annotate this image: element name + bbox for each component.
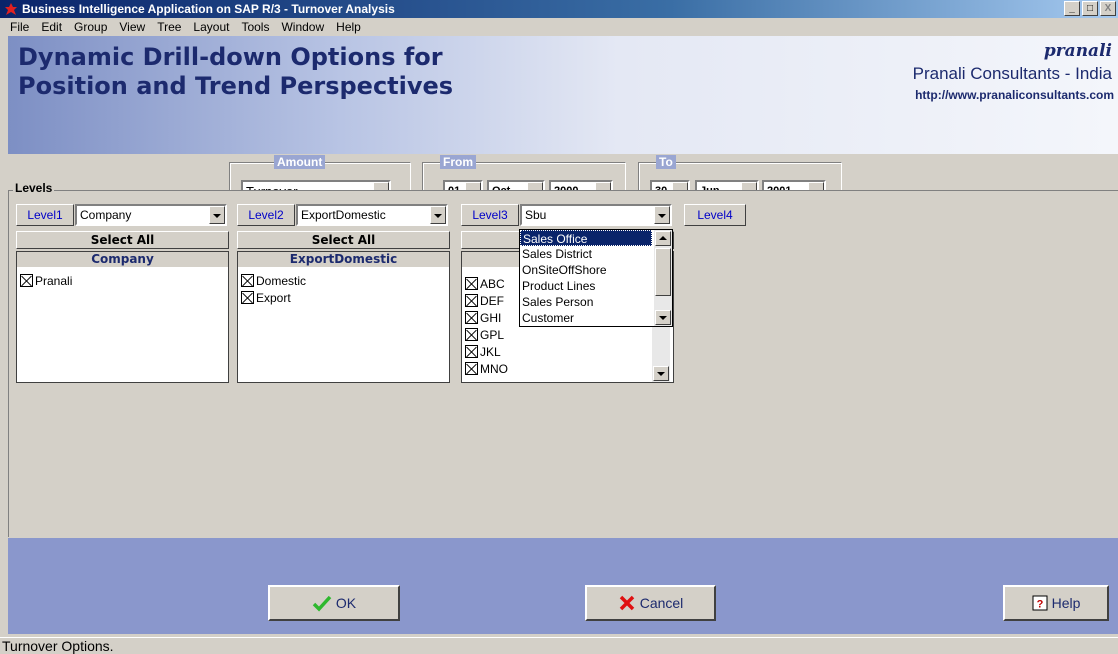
level1-list-header: Company — [17, 252, 228, 267]
cancel-label: Cancel — [639, 595, 684, 611]
checkmark-icon — [312, 595, 332, 612]
help-button[interactable]: ? Help — [1003, 585, 1109, 621]
svg-text:?: ? — [1036, 599, 1043, 611]
list-item-label: ABC — [480, 276, 505, 291]
chevron-down-icon[interactable] — [654, 206, 670, 224]
to-label: To — [656, 155, 676, 169]
list-item-label: MNO — [480, 361, 508, 376]
level2-select[interactable]: ExportDomestic — [296, 204, 448, 226]
menu-group[interactable]: Group — [68, 20, 113, 34]
checkbox-checked-icon[interactable] — [465, 277, 478, 290]
window-title: Business Intelligence Application on SAP… — [22, 2, 395, 16]
menu-tree[interactable]: Tree — [151, 20, 187, 34]
checkbox-checked-icon[interactable] — [465, 311, 478, 324]
menu-edit[interactable]: Edit — [35, 20, 68, 34]
checkbox-checked-icon[interactable] — [465, 362, 478, 375]
checkbox-checked-icon[interactable] — [465, 345, 478, 358]
help-icon: ? — [1032, 595, 1048, 611]
ok-label: OK — [335, 595, 357, 611]
dropdown-option[interactable]: Sales District — [520, 246, 672, 262]
checkbox-checked-icon[interactable] — [465, 294, 478, 307]
amount-label: Amount — [274, 155, 326, 169]
list-item[interactable]: Pranali — [17, 272, 228, 289]
dropdown-option[interactable]: Product Lines — [520, 278, 672, 294]
menu-bar: File Edit Group View Tree Layout Tools W… — [0, 18, 1118, 36]
level2-select-all-button[interactable]: Select All — [237, 231, 450, 249]
page-title-line1: Dynamic Drill-down Options for — [18, 43, 443, 71]
scroll-down-button[interactable] — [655, 310, 671, 325]
level1-value: Company — [80, 208, 132, 222]
menu-window[interactable]: Window — [275, 20, 330, 34]
checkbox-checked-icon[interactable] — [241, 274, 254, 287]
ok-button[interactable]: OK — [268, 585, 400, 621]
level1-select[interactable]: Company — [75, 204, 227, 226]
list-item-label: Domestic — [256, 273, 307, 288]
list-item[interactable]: JKL — [462, 343, 673, 360]
close-icon — [619, 595, 634, 611]
level1-list: Company Pranali — [16, 251, 229, 383]
minimize-button[interactable]: _ — [1064, 1, 1080, 16]
level2-value: ExportDomestic — [301, 208, 386, 222]
status-bar: Turnover Options. — [0, 637, 1118, 654]
from-label: From — [440, 155, 476, 169]
list-item-label: Export — [256, 290, 291, 305]
level1-button[interactable]: Level1 — [16, 204, 74, 226]
dropdown-scrollbar[interactable] — [654, 230, 672, 326]
dropdown-option[interactable]: OnSiteOffShore — [520, 262, 672, 278]
company-logo: pranali — [1043, 41, 1112, 61]
dropdown-option[interactable]: Sales Office — [520, 230, 652, 246]
levels-label: Levels — [13, 181, 55, 195]
page-title-line2: Position and Trend Perspectives — [18, 72, 454, 100]
scroll-up-button[interactable] — [655, 231, 671, 246]
level2-list: ExportDomestic Domestic Export — [237, 251, 450, 383]
maximize-button[interactable]: □ — [1082, 1, 1098, 16]
page-title: Dynamic Drill-down Options for Position … — [18, 43, 453, 101]
window-controls: _ □ X — [1064, 1, 1116, 16]
window-title-bar[interactable]: Business Intelligence Application on SAP… — [0, 0, 1118, 18]
level2-button[interactable]: Level2 — [237, 204, 295, 226]
action-bar — [8, 538, 1118, 634]
menu-view[interactable]: View — [113, 20, 151, 34]
dropdown-option[interactable]: Sales Person — [520, 294, 672, 310]
close-button[interactable]: X — [1100, 1, 1116, 16]
scroll-thumb[interactable] — [655, 248, 671, 296]
chevron-down-icon[interactable] — [430, 206, 446, 224]
list-item[interactable]: Domestic — [238, 272, 449, 289]
dropdown-option[interactable]: Customer — [520, 310, 672, 326]
menu-tools[interactable]: Tools — [235, 20, 275, 34]
level3-dropdown-list[interactable]: Sales Office Sales District OnSiteOffSho… — [519, 229, 673, 327]
level3-list-scrollbar[interactable] — [652, 321, 670, 382]
checkbox-checked-icon[interactable] — [20, 274, 33, 287]
company-name: Pranali Consultants - India — [912, 64, 1112, 83]
menu-help[interactable]: Help — [330, 20, 367, 34]
list-item[interactable]: MNO — [462, 360, 673, 377]
scroll-down-button[interactable] — [653, 366, 669, 381]
list-item-label: DEF — [480, 293, 504, 308]
checkbox-checked-icon[interactable] — [241, 291, 254, 304]
list-item-label: GHI — [480, 310, 502, 325]
level4-button[interactable]: Level4 — [684, 204, 746, 226]
list-item[interactable]: GPL — [462, 326, 673, 343]
list-item-label: JKL — [480, 344, 501, 359]
level3-value: Sbu — [525, 208, 547, 222]
cancel-button[interactable]: Cancel — [585, 585, 716, 621]
menu-layout[interactable]: Layout — [187, 20, 235, 34]
app-icon — [5, 3, 17, 15]
level3-select[interactable]: Sbu — [520, 204, 672, 226]
level3-button[interactable]: Level3 — [461, 204, 519, 226]
level2-list-header: ExportDomestic — [238, 252, 449, 267]
list-item-label: Pranali — [35, 273, 73, 288]
list-item-label: GPL — [480, 327, 505, 342]
status-text: Turnover Options. — [2, 638, 114, 654]
help-label: Help — [1051, 595, 1081, 611]
chevron-down-icon[interactable] — [209, 206, 225, 224]
menu-file[interactable]: File — [4, 20, 35, 34]
list-item[interactable]: Export — [238, 289, 449, 306]
company-url[interactable]: http://www.pranaliconsultants.com — [915, 88, 1114, 102]
level1-select-all-button[interactable]: Select All — [16, 231, 229, 249]
checkbox-checked-icon[interactable] — [465, 328, 478, 341]
